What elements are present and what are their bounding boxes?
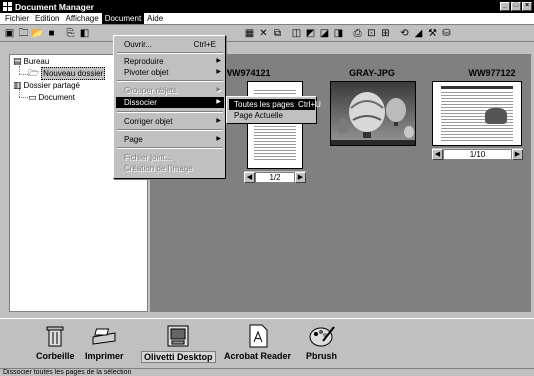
thumbnail-pager: ◀ 1/10 ▶	[432, 148, 523, 160]
menu-item-reproduire[interactable]: Reproduire ▶	[116, 56, 224, 67]
acrobat-icon	[247, 323, 269, 349]
menu-aide[interactable]: Aide	[144, 13, 166, 24]
document-icon: ▭	[28, 92, 37, 102]
maximize-button[interactable]: □	[511, 2, 521, 11]
page-last-icon[interactable]: ◨	[332, 27, 345, 40]
page-first-icon[interactable]: ◫	[290, 27, 303, 40]
menu-item-creation-image: Création de l'image	[124, 164, 193, 173]
disk-icon[interactable]: ⛁	[440, 27, 453, 40]
page-prev-icon[interactable]: ◩	[304, 27, 317, 40]
toolbar: ▣ 🗀 📂 ■ ⎘ ◧ ▦ ✕ ⧉ ◫ ◩ ◪ ◨ ⎙ ⊡ ⊞ ⟲ ◢ ⚒ ⛁	[0, 25, 534, 42]
save-icon[interactable]: ■	[45, 27, 58, 40]
prev-page-button[interactable]: ◀	[432, 148, 443, 160]
close-button[interactable]: ×	[522, 2, 532, 11]
document-menu: Ouvrir... Ctrl+E Reproduire ▶ Pivoter obje…	[113, 35, 226, 179]
shared-folder-icon: ▥	[13, 80, 22, 90]
menu-document[interactable]: Document	[101, 13, 145, 24]
window-title: Document Manager	[15, 1, 94, 12]
taskbar-pbrush[interactable]: Pbrush	[306, 323, 337, 361]
menu-item-page[interactable]: Page ▶	[116, 134, 224, 145]
dissocier-submenu: Toutes les pages Ctrl+U Page Actuelle	[226, 96, 321, 124]
printer-icon	[91, 323, 117, 349]
menu-item-pivoter[interactable]: Pivoter objet ▶	[116, 67, 224, 78]
menu-item-grouper: Grouper objets ▶	[124, 86, 221, 95]
prev-page-button[interactable]: ◀	[244, 171, 255, 183]
taskbar-imprimer[interactable]: Imprimer	[85, 323, 124, 361]
page-next-icon[interactable]: ◪	[318, 27, 331, 40]
new-icon[interactable]: ▣	[3, 27, 16, 40]
thumbnail-pager: ◀ 1/2 ▶	[244, 171, 306, 183]
title-bar: Document Manager _ □ ×	[0, 0, 534, 13]
desktop-icon: ▤	[13, 56, 22, 66]
page-indicator: 1/10	[443, 148, 512, 160]
document-thumbnail[interactable]	[432, 81, 522, 146]
menu-item-corriger[interactable]: Corriger objet ▶	[116, 116, 224, 127]
tree-item-document[interactable]: ▭ Document	[28, 92, 75, 103]
recycle-bin-icon	[46, 323, 64, 349]
rotate-icon[interactable]: ⟲	[398, 27, 411, 40]
tree-item-bureau[interactable]: ▤ Bureau	[13, 56, 49, 67]
menu-item-dissocier[interactable]: Dissocier ▶	[116, 97, 224, 108]
submenu-item-toutes-pages[interactable]: Toutes les pages Ctrl+U	[229, 99, 321, 110]
copy-icon[interactable]: ⧉	[271, 27, 284, 40]
print-icon[interactable]: ⎙	[351, 27, 364, 40]
open-icon[interactable]: 📂	[31, 27, 44, 40]
taskbar-acrobat-reader[interactable]: Acrobat Reader	[224, 323, 291, 361]
app-icon	[3, 2, 12, 11]
next-page-button[interactable]: ▶	[512, 148, 523, 160]
menu-affichage[interactable]: Affichage	[62, 13, 101, 24]
taskbar-corbeille[interactable]: Corbeille	[36, 323, 75, 361]
page-indicator: 1/2	[255, 171, 295, 183]
properties-icon[interactable]: ◧	[78, 27, 91, 40]
status-bar: Dissocier toutes les pages de la sélecti…	[0, 368, 534, 376]
desktop-taskbar: Corbeille Imprimer Olivetti Desktop Acro…	[0, 318, 534, 368]
scan-icon[interactable]: ⊡	[365, 27, 378, 40]
delete-icon[interactable]: ✕	[257, 27, 270, 40]
menu-fichier[interactable]: Fichier	[2, 13, 32, 24]
next-page-button[interactable]: ▶	[295, 171, 306, 183]
document-thumbnail[interactable]	[247, 81, 303, 169]
tree-item-nouveau-dossier[interactable]: 🗁 Nouveau dossier	[28, 67, 106, 80]
menu-item-ouvrir[interactable]: Ouvrir... Ctrl+E	[116, 39, 224, 50]
submenu-item-page-actuelle[interactable]: Page Actuelle	[229, 110, 315, 121]
image-thumbnail[interactable]	[330, 81, 416, 146]
tools-icon[interactable]: ⚒	[426, 27, 439, 40]
menu-bar: Fichier Edition Affichage Document Aide	[0, 13, 534, 25]
paintbrush-icon	[309, 323, 335, 349]
menu-edition[interactable]: Edition	[32, 13, 62, 24]
grid-view-icon[interactable]: ▦	[243, 27, 256, 40]
taskbar-olivetti-desktop[interactable]: Olivetti Desktop	[141, 323, 216, 363]
thumbnail-title: GRAY-JPG	[349, 68, 395, 78]
olivetti-desktop-icon	[167, 323, 189, 349]
annotate-icon[interactable]: ◢	[412, 27, 425, 40]
tree-item-dossier-partage[interactable]: ▥ Dossier partagé	[13, 80, 80, 91]
import-icon[interactable]: ⎘	[64, 27, 77, 40]
thumbnail-title: WW977122	[468, 68, 516, 78]
fax-icon[interactable]: ⊞	[379, 27, 392, 40]
folder-open-icon: 🗁	[28, 68, 40, 78]
minimize-button[interactable]: _	[500, 2, 510, 11]
new-folder-icon[interactable]: 🗀	[17, 27, 30, 40]
menu-item-fichier-joint: Fichier joint...	[124, 153, 172, 162]
